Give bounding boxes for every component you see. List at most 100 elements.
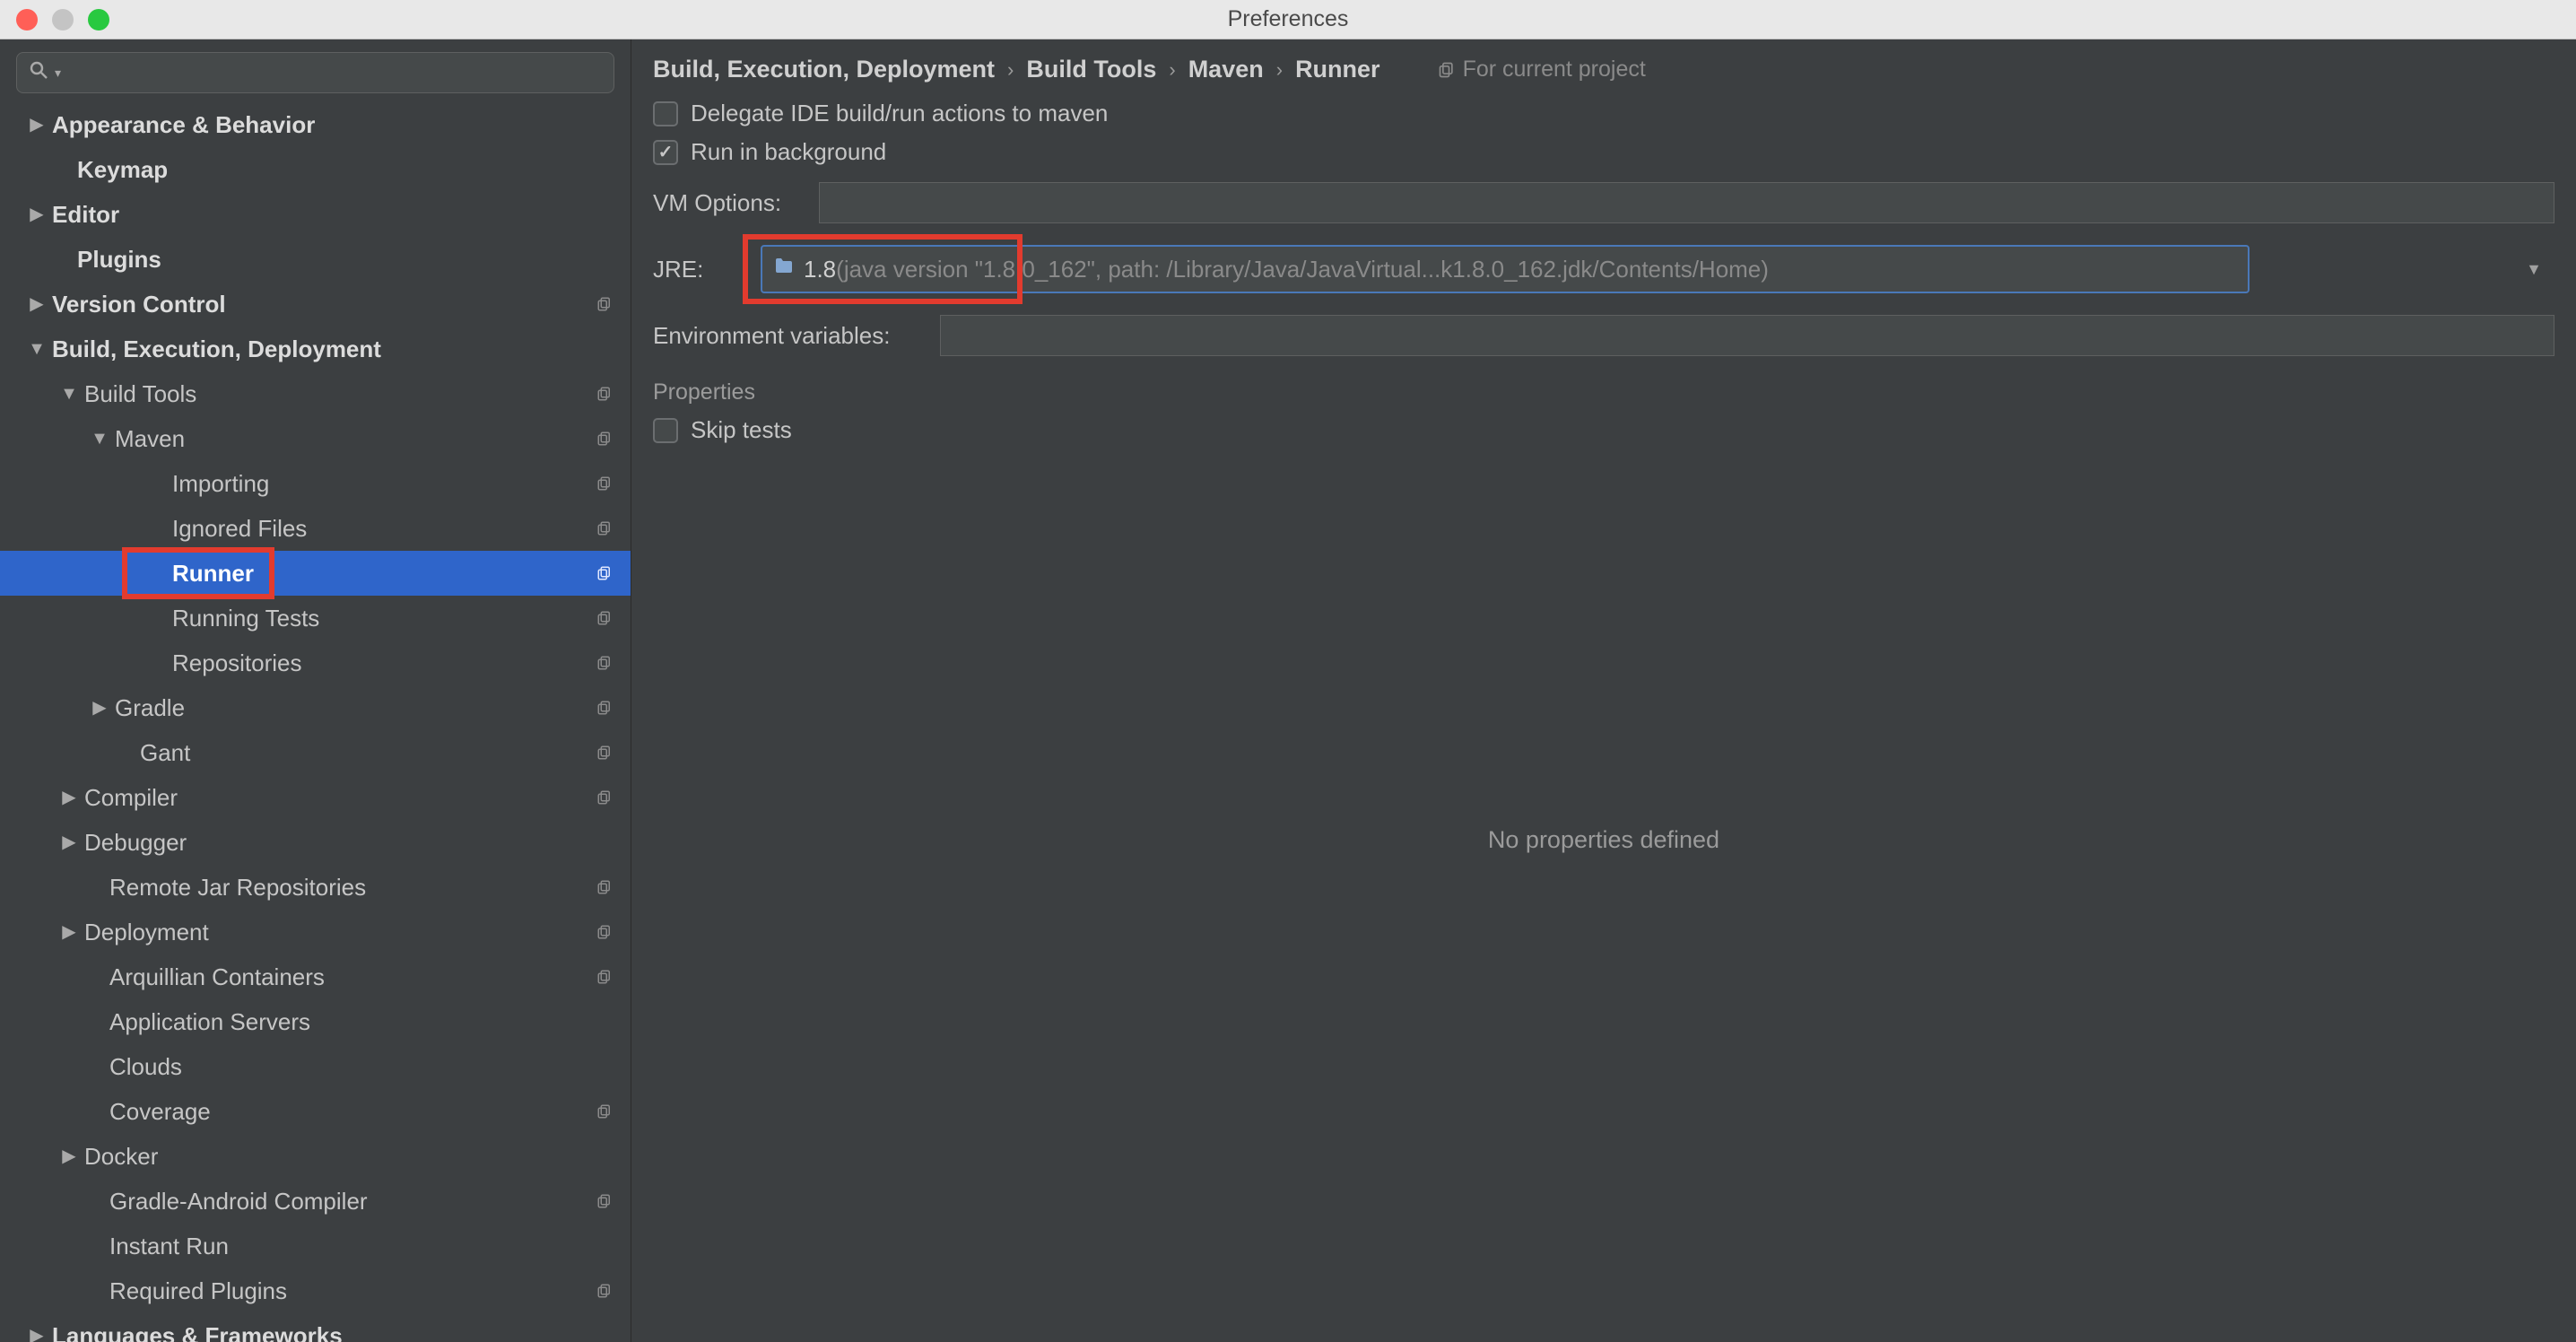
sidebar-item-build-execution-deployment[interactable]: ▼ Build, Execution, Deployment — [0, 327, 631, 371]
sidebar-item-arquillian-containers[interactable]: Arquillian Containers — [0, 954, 631, 999]
tree-arrow-icon: ▶ — [59, 789, 79, 806]
breadcrumb-item[interactable]: Build Tools — [1026, 56, 1156, 83]
sidebar-item-label: Running Tests — [172, 606, 595, 630]
tree-arrow-icon: ▼ — [90, 430, 109, 448]
project-scope-icon — [595, 384, 614, 404]
sidebar-item-gant[interactable]: Gant — [0, 730, 631, 775]
skip-tests-label: Skip tests — [691, 416, 792, 444]
tree-arrow-icon: ▶ — [90, 699, 109, 717]
project-scope-icon — [595, 922, 614, 942]
settings-tree[interactable]: ▶ Appearance & Behavior Keymap▶EditorPlugi… — [0, 102, 631, 1342]
chevron-down-icon: ▼ — [2526, 260, 2542, 279]
sidebar-item-label: Remote Jar Repositories — [109, 876, 595, 899]
traffic-lights — [0, 9, 109, 30]
sidebar-item-languages-frameworks[interactable]: ▶Languages & Frameworks — [0, 1313, 631, 1342]
breadcrumb-item[interactable]: Runner — [1295, 56, 1380, 83]
project-scope-icon — [595, 1191, 614, 1211]
project-scope-icon — [595, 788, 614, 807]
sidebar-item-label: Compiler — [84, 786, 595, 809]
delegate-build-checkbox[interactable] — [653, 101, 678, 126]
copy-icon — [1438, 61, 1456, 79]
sidebar-item-label: Gant — [140, 741, 595, 764]
zoom-window-button[interactable] — [88, 9, 109, 30]
tree-arrow-icon: ▶ — [59, 923, 79, 941]
sidebar-item-compiler[interactable]: ▶ Compiler — [0, 775, 631, 820]
sidebar-item-ignored-files[interactable]: Ignored Files — [0, 506, 631, 551]
dropdown-indicator-icon: ▾ — [55, 65, 61, 81]
sidebar-item-runner[interactable]: Runner — [0, 551, 631, 596]
run-in-background-checkbox[interactable] — [653, 140, 678, 165]
sidebar-item-label: Instant Run — [109, 1234, 614, 1258]
sidebar-item-label: Gradle-Android Compiler — [109, 1190, 595, 1213]
search-icon — [28, 59, 49, 87]
vm-options-label: VM Options: — [653, 189, 801, 217]
sidebar-item-label: Maven — [115, 427, 595, 450]
tree-arrow-icon: ▶ — [27, 295, 47, 313]
project-scope-icon — [595, 429, 614, 449]
sidebar-item-label: Required Plugins — [109, 1279, 595, 1303]
jre-combobox[interactable]: 1.8 (java version "1.8.0_162", path: /Li… — [761, 245, 2250, 293]
sidebar-item-label: Ignored Files — [172, 517, 595, 540]
skip-tests-checkbox[interactable] — [653, 418, 678, 443]
sidebar-item-label: Build Tools — [84, 382, 595, 405]
project-scope-icon — [595, 518, 614, 538]
sidebar-item-maven[interactable]: ▼ Maven — [0, 416, 631, 461]
search-input[interactable]: ▾ — [16, 52, 614, 93]
project-scope-icon — [595, 698, 614, 718]
sidebar-item-required-plugins[interactable]: Required Plugins — [0, 1268, 631, 1313]
sidebar-item-label: Appearance & Behavior — [52, 113, 614, 136]
sidebar-item-deployment[interactable]: ▶Deployment — [0, 910, 631, 954]
sidebar-item-label: Build, Execution, Deployment — [52, 337, 614, 361]
breadcrumb-item[interactable]: Maven — [1188, 56, 1264, 83]
env-vars-label: Environment variables: — [653, 322, 922, 350]
vm-options-input[interactable] — [819, 182, 2554, 223]
tree-arrow-icon: ▶ — [27, 116, 47, 134]
sidebar-item-editor[interactable]: ▶Editor — [0, 192, 631, 237]
sidebar-item-version-control[interactable]: ▶ Version Control — [0, 282, 631, 327]
sidebar-item-clouds[interactable]: Clouds — [0, 1044, 631, 1089]
sidebar-item-gradle[interactable]: ▶Gradle — [0, 685, 631, 730]
sidebar-item-appearance-behavior[interactable]: ▶ Appearance & Behavior — [0, 102, 631, 147]
sidebar-item-running-tests[interactable]: Running Tests — [0, 596, 631, 640]
window-title: Preferences — [0, 6, 2576, 32]
tree-arrow-icon: ▶ — [59, 1147, 79, 1165]
sidebar-item-coverage[interactable]: Coverage — [0, 1089, 631, 1134]
sidebar-item-label: Debugger — [84, 831, 614, 854]
tree-arrow-icon: ▶ — [59, 833, 79, 851]
sidebar-item-importing[interactable]: Importing — [0, 461, 631, 506]
sidebar-item-label: Arquillian Containers — [109, 965, 595, 989]
sidebar-item-plugins[interactable]: Plugins — [0, 237, 631, 282]
sidebar-item-docker[interactable]: ▶Docker — [0, 1134, 631, 1179]
sidebar-item-gradle-android-compiler[interactable]: Gradle-Android Compiler — [0, 1179, 631, 1224]
sidebar-item-label: Coverage — [109, 1100, 595, 1123]
jre-label: JRE: — [653, 256, 743, 283]
tree-arrow-icon: ▶ — [27, 205, 47, 223]
chevron-right-icon: › — [1169, 58, 1175, 82]
breadcrumb: Build, Execution, Deployment › Build Too… — [631, 39, 2576, 89]
sidebar-item-repositories[interactable]: Repositories — [0, 640, 631, 685]
sidebar-item-label: Importing — [172, 472, 595, 495]
project-scope-icon — [595, 743, 614, 762]
window-titlebar: Preferences — [0, 0, 2576, 39]
breadcrumb-item[interactable]: Build, Execution, Deployment — [653, 56, 995, 83]
sidebar-item-label: Languages & Frameworks — [52, 1324, 614, 1342]
env-vars-input[interactable] — [940, 315, 2554, 356]
project-scope-icon — [595, 1281, 614, 1301]
sidebar-item-remote-jar-repositories[interactable]: Remote Jar Repositories — [0, 865, 631, 910]
sidebar-item-label: Version Control — [52, 292, 595, 316]
minimize-window-button[interactable] — [52, 9, 74, 30]
tree-arrow-icon: ▼ — [27, 340, 47, 358]
folder-icon — [773, 256, 795, 283]
properties-section-title: Properties — [653, 367, 2554, 411]
sidebar-item-keymap[interactable]: Keymap — [0, 147, 631, 192]
close-window-button[interactable] — [16, 9, 38, 30]
tree-arrow-icon: ▼ — [59, 385, 79, 403]
project-scope-icon — [595, 1102, 614, 1121]
sidebar-item-label: Repositories — [172, 651, 595, 675]
sidebar-item-application-servers[interactable]: Application Servers — [0, 999, 631, 1044]
sidebar-item-build-tools[interactable]: ▼ Build Tools — [0, 371, 631, 416]
sidebar-item-debugger[interactable]: ▶ Debugger — [0, 820, 631, 865]
sidebar-item-instant-run[interactable]: Instant Run — [0, 1224, 631, 1268]
project-scope-icon — [595, 653, 614, 673]
jre-value: 1.8 — [804, 256, 836, 283]
